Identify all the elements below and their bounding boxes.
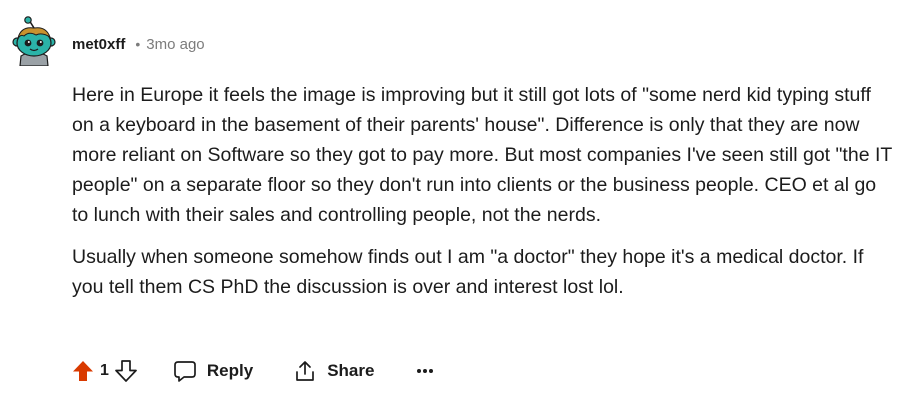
snoo-avatar-icon (12, 16, 56, 67)
comment-meta: met0xff • 3mo ago (72, 34, 205, 54)
vote-score: 1 (100, 362, 109, 379)
avatar[interactable] (12, 16, 56, 67)
timestamp[interactable]: 3mo ago (146, 36, 204, 53)
speech-bubble-icon (173, 359, 197, 383)
meta-separator: • (135, 36, 141, 52)
comment: met0xff • 3mo ago Here in Europe it feel… (0, 0, 913, 414)
upvote-arrow-icon (73, 361, 93, 381)
comment-paragraph: Here in Europe it feels the image is imp… (72, 84, 892, 226)
share-icon (293, 359, 317, 383)
downvote-button[interactable] (115, 360, 137, 382)
comment-body: Here in Europe it feels the image is imp… (72, 80, 892, 302)
downvote-arrow-icon (115, 360, 137, 382)
comment-actions: 1 Reply Share (72, 356, 434, 386)
reply-button[interactable]: Reply (173, 359, 253, 383)
more-options-button[interactable] (416, 368, 434, 374)
ellipsis-icon (417, 369, 434, 373)
vote-controls: 1 (72, 360, 137, 382)
username-link[interactable]: met0xff (72, 36, 125, 53)
share-button[interactable]: Share (293, 359, 374, 383)
reply-label: Reply (206, 361, 254, 380)
comment-paragraph: Usually when someone somehow finds out I… (72, 246, 864, 298)
upvote-button[interactable] (72, 360, 94, 382)
share-label: Share (327, 361, 375, 380)
